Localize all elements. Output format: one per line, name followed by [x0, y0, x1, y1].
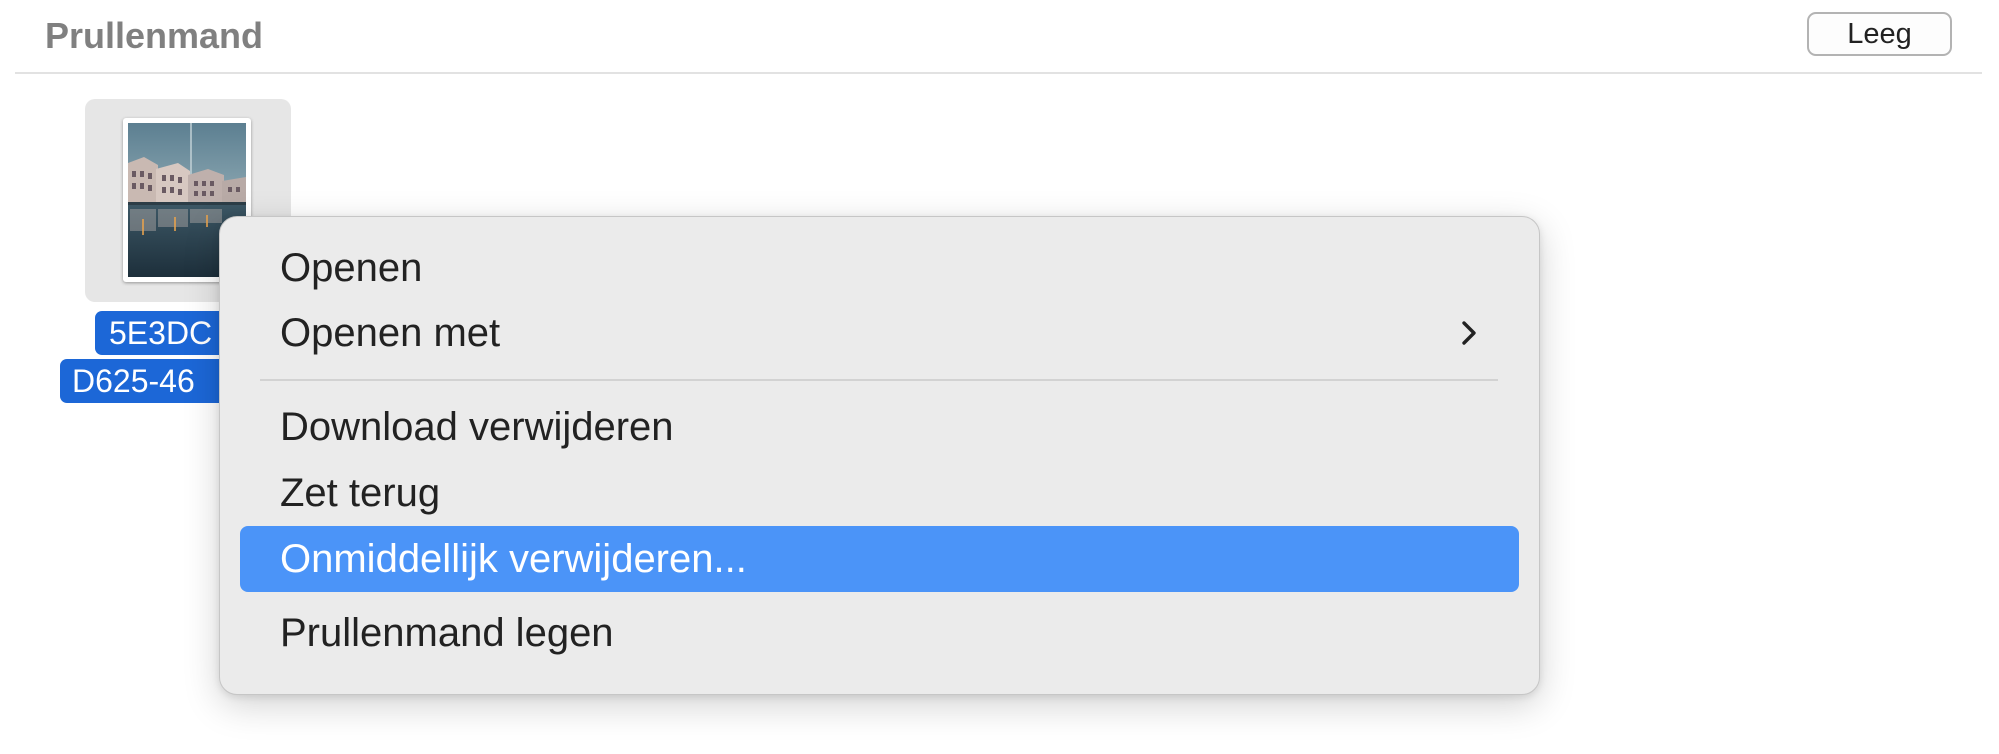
menu-item-open[interactable]: Openen [240, 235, 1519, 301]
context-menu: Openen Openen met Download verwijderen Z… [219, 216, 1540, 695]
menu-item-open-with-label: Openen met [280, 311, 501, 355]
file-name-line-1[interactable]: 5E3DC [95, 311, 235, 355]
window-header: Prullenmand Leeg [0, 0, 1999, 74]
file-name-line-2[interactable]: D625-46 [60, 359, 235, 403]
window-title: Prullenmand [45, 15, 264, 56]
menu-item-empty-trash[interactable]: Prullenmand legen [240, 600, 1519, 666]
chevron-right-icon [1462, 321, 1476, 345]
menu-item-open-with[interactable]: Openen met [240, 300, 1519, 366]
empty-trash-button[interactable]: Leeg [1807, 12, 1952, 56]
menu-item-delete-immediately[interactable]: Onmiddellijk verwijderen... [240, 526, 1519, 592]
menu-item-remove-download[interactable]: Download verwijderen [240, 394, 1519, 460]
menu-item-put-back[interactable]: Zet terug [240, 460, 1519, 526]
header-divider [15, 72, 1982, 74]
menu-separator [260, 379, 1498, 381]
